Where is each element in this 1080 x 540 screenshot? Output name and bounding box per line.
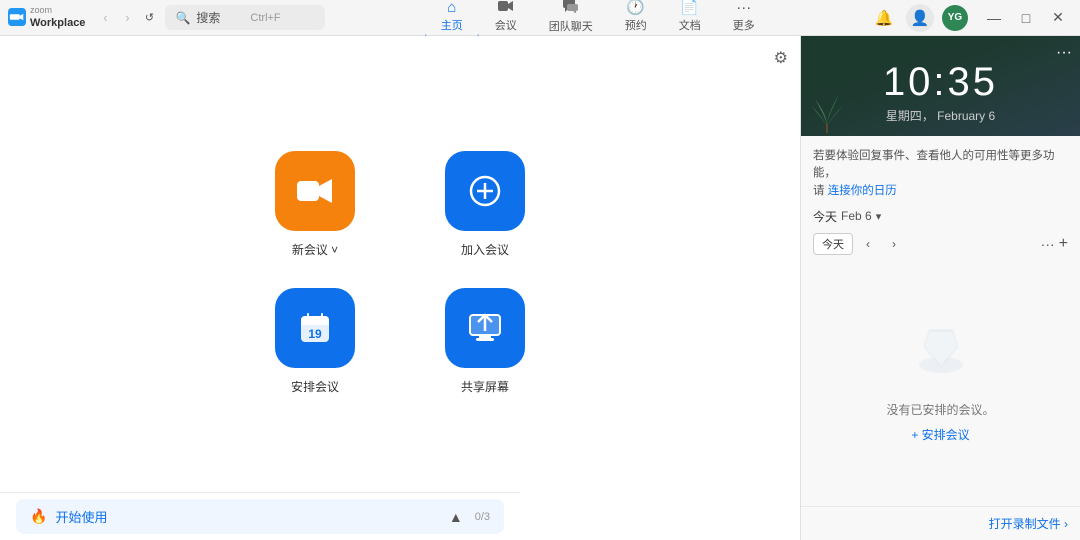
search-shortcut: Ctrl+F <box>250 12 280 24</box>
settings-gear-button[interactable]: ⚙ <box>774 48 788 68</box>
minimize-button[interactable]: — <box>980 4 1008 32</box>
action-grid: 新会议 ˅ 加入会议 <box>250 151 550 395</box>
today-label: 今天 <box>813 208 837 225</box>
calendar-connect-message: 若要体验回复事件、查看他人的可用性等更多功能， 请 连接你的日历 <box>813 148 1068 200</box>
video-icon <box>498 0 514 15</box>
calendar-body: 若要体验回复事件、查看他人的可用性等更多功能， 请 连接你的日历 今天 Feb … <box>801 136 1080 506</box>
forward-button[interactable]: › <box>117 8 137 28</box>
new-meeting-button[interactable] <box>275 151 355 231</box>
calendar-empty-state: 没有已安排的会议。 + 安排会议 <box>813 267 1068 494</box>
window-controls: — □ ✕ <box>980 4 1072 32</box>
action-item-arrange-meeting[interactable]: 19 安排会议 <box>250 288 380 395</box>
right-panel: ··· 10:35 星期四， February 6 若要体验回复事件、查看他人的… <box>800 36 1080 540</box>
left-panel: ⚙ 新会议 ˅ <box>0 36 800 540</box>
share-screen-button[interactable] <box>445 288 525 368</box>
clock-icon: 🕐 <box>626 0 645 15</box>
tab-schedule[interactable]: 🕐 预约 <box>609 0 663 39</box>
share-screen-label: 共享屏幕 <box>461 378 509 395</box>
action-item-join-meeting[interactable]: 加入会议 <box>420 151 550 258</box>
join-meeting-button[interactable] <box>445 151 525 231</box>
tab-schedule-label: 预约 <box>625 17 647 33</box>
tab-docs-label: 文档 <box>679 17 701 33</box>
arrange-meeting-button[interactable]: 19 <box>275 288 355 368</box>
schedule-meeting-link[interactable]: + 安排会议 <box>911 426 969 443</box>
bottom-bar: 🔥 开始使用 ▲ 0/3 <box>0 492 520 540</box>
calendar-prev-button[interactable]: ‹ <box>857 233 879 255</box>
today-chevron-down-icon[interactable]: ▾ <box>876 210 882 223</box>
calendar-weekday: 星期四 <box>886 109 922 123</box>
action-item-new-meeting[interactable]: 新会议 ˅ <box>250 151 380 258</box>
search-bar[interactable]: 🔍 搜索 Ctrl+F <box>165 5 325 30</box>
user-avatar-button[interactable]: YG <box>942 5 968 31</box>
calendar-today-row: 今天 Feb 6 ▾ <box>813 208 1068 225</box>
calendar-nav-row: 今天 ‹ › ··· + <box>813 233 1068 255</box>
zoom-logo: zoom Workplace <box>8 6 85 30</box>
tab-meeting-label: 会议 <box>495 17 517 33</box>
arrange-meeting-label: 安排会议 <box>291 378 339 395</box>
calendar-more-button[interactable]: ··· <box>1056 44 1072 62</box>
title-bar-left: zoom Workplace ‹ › ↺ 🔍 搜索 Ctrl+F <box>8 5 325 30</box>
more-icon: ··· <box>736 0 751 15</box>
calendar-date-full: February 6 <box>937 109 995 123</box>
refresh-button[interactable]: ↺ <box>139 8 159 28</box>
empty-calendar-icon <box>911 317 971 389</box>
calendar-footer: 打开录制文件 › <box>801 506 1080 540</box>
search-label: 搜索 <box>196 9 220 26</box>
tab-team-chat[interactable]: 团队聊天 <box>533 0 609 40</box>
tab-docs[interactable]: 📄 文档 <box>663 0 717 39</box>
tab-more-label: 更多 <box>733 17 755 33</box>
tab-home-label: 主页 <box>441 17 463 33</box>
notification-bell-button[interactable]: 🔔 <box>870 4 898 32</box>
new-meeting-label: 新会议 ˅ <box>292 241 338 258</box>
nav-arrows: ‹ › ↺ <box>95 8 159 28</box>
chevron-up-icon[interactable]: ▲ <box>449 509 463 525</box>
tab-team-chat-label: 团队聊天 <box>549 18 593 34</box>
title-bar: zoom Workplace ‹ › ↺ 🔍 搜索 Ctrl+F ⌂ 主页 会议 <box>0 0 1080 36</box>
calendar-options-button[interactable]: ··· <box>1041 236 1055 252</box>
calendar-today-button[interactable]: 今天 <box>813 233 853 255</box>
action-item-share-screen[interactable]: 共享屏幕 <box>420 288 550 395</box>
title-bar-right: 🔔 👤 YG — □ ✕ <box>870 4 1072 32</box>
progress-label: 0/3 <box>475 511 490 523</box>
calendar-header: ··· 10:35 星期四， February 6 <box>801 36 1080 136</box>
main-content: ⚙ 新会议 ˅ <box>0 36 1080 540</box>
calendar-time: 10:35 <box>817 50 1064 105</box>
svg-text:19: 19 <box>308 327 322 341</box>
getting-started-label: 开始使用 <box>55 507 440 526</box>
maximize-button[interactable]: □ <box>1012 4 1040 32</box>
zoom-brand-icon <box>8 8 26 26</box>
calendar-date-display: 星期四， February 6 <box>817 107 1064 124</box>
back-button[interactable]: ‹ <box>95 8 115 28</box>
join-meeting-label: 加入会议 <box>461 241 509 258</box>
close-button[interactable]: ✕ <box>1044 4 1072 32</box>
tab-meeting[interactable]: 会议 <box>479 0 533 39</box>
today-date: Feb 6 <box>841 209 872 223</box>
search-icon: 🔍 <box>175 11 190 25</box>
connect-calendar-link[interactable]: 连接你的日历 <box>828 185 897 197</box>
app-title-text: zoom Workplace <box>30 6 85 30</box>
home-icon: ⌂ <box>447 0 456 15</box>
getting-started-icon: 🔥 <box>30 508 47 525</box>
tab-home[interactable]: ⌂ 主页 <box>425 0 479 39</box>
tab-more[interactable]: ··· 更多 <box>717 0 771 39</box>
contacts-button[interactable]: 👤 <box>906 4 934 32</box>
calendar-add-button[interactable]: + <box>1059 235 1068 253</box>
docs-icon: 📄 <box>680 0 699 15</box>
calendar-next-button[interactable]: › <box>883 233 905 255</box>
chat-icon <box>563 0 579 16</box>
tab-navigation: ⌂ 主页 会议 团队聊天 🕐 预约 📄 文档 ··· 更多 <box>325 0 870 40</box>
open-recording-link[interactable]: 打开录制文件 › <box>989 517 1068 531</box>
getting-started-panel[interactable]: 🔥 开始使用 ▲ 0/3 <box>16 499 504 534</box>
empty-calendar-text: 没有已安排的会议。 <box>886 401 994 418</box>
